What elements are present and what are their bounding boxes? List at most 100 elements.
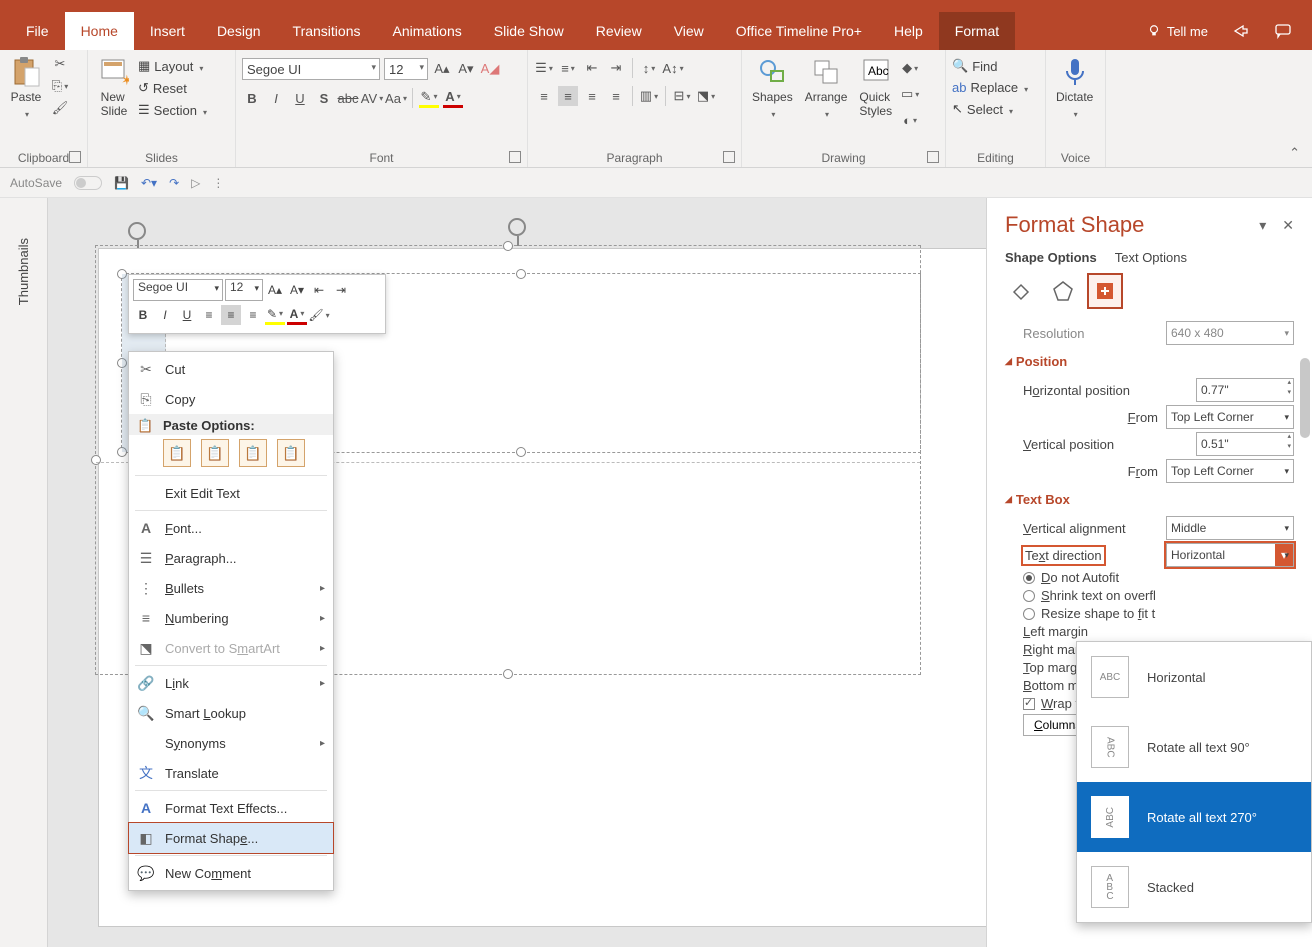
menu-cut[interactable]: ✂Cut [129, 354, 333, 384]
justify-button[interactable]: ≡ [606, 86, 626, 106]
dialog-launcher-icon[interactable] [69, 151, 81, 163]
align-left-button[interactable]: ≡ [199, 305, 219, 325]
tab-format[interactable]: Format [939, 12, 1015, 50]
shrink-text-radio[interactable]: Shrink text on overfl [1023, 588, 1294, 603]
tab-review[interactable]: Review [580, 12, 658, 50]
format-painter-button[interactable]: 🖌 [309, 305, 329, 325]
highlight-button[interactable]: ✎ [265, 305, 285, 325]
select-button[interactable]: ↖Select [952, 101, 1013, 117]
smartart-button[interactable]: ⬔ [696, 86, 716, 106]
copy-button[interactable]: ⎘ [50, 76, 70, 96]
tab-timeline[interactable]: Office Timeline Pro+ [720, 12, 878, 50]
increase-indent-button[interactable]: ⇥ [606, 58, 626, 78]
paste-destination-theme-button[interactable]: 📋 [201, 439, 229, 467]
selection-handle[interactable] [91, 455, 101, 465]
line-spacing-button[interactable]: ↕ [639, 58, 659, 78]
resize-shape-radio[interactable]: Resize shape to fit t [1023, 606, 1294, 621]
highlight-button[interactable]: ✎ [419, 88, 439, 108]
increase-font-button[interactable]: A▴ [265, 280, 285, 300]
arrange-button[interactable]: Arrange [801, 54, 852, 122]
font-color-button[interactable]: A [443, 88, 463, 108]
dialog-launcher-icon[interactable] [509, 151, 521, 163]
selection-handle[interactable] [503, 241, 513, 251]
increase-font-button[interactable]: A▴ [432, 59, 452, 79]
selection-handle[interactable] [516, 269, 526, 279]
paste-button[interactable]: Paste [6, 54, 46, 122]
save-button[interactable]: 💾 [114, 176, 129, 190]
shapes-button[interactable]: Shapes [748, 54, 797, 122]
horizontal-position-input[interactable]: 0.77" [1196, 378, 1294, 402]
menu-paragraph[interactable]: ☰Paragraph... [129, 543, 333, 573]
align-left-button[interactable]: ≡ [534, 86, 554, 106]
text-direction-option-stacked[interactable]: ABC Stacked [1077, 852, 1311, 922]
menu-synonyms[interactable]: Synonyms [129, 728, 333, 758]
bold-button[interactable]: B [242, 88, 262, 108]
tab-insert[interactable]: Insert [134, 12, 201, 50]
format-painter-button[interactable]: 🖌 [50, 98, 70, 118]
text-direction-option-rotate-90[interactable]: ABC Rotate all text 90° [1077, 712, 1311, 782]
decrease-font-button[interactable]: A▾ [287, 280, 307, 300]
share-icon[interactable] [1232, 22, 1250, 40]
vpos-from-selector[interactable]: Top Left Corner [1166, 459, 1294, 483]
menu-smart-lookup[interactable]: 🔍Smart Lookup [129, 698, 333, 728]
columns-button[interactable]: ▥ [639, 86, 659, 106]
mini-font-name[interactable]: Segoe UI [133, 279, 223, 301]
menu-numbering[interactable]: ≡Numbering [129, 603, 333, 633]
align-right-button[interactable]: ≡ [582, 86, 602, 106]
tab-view[interactable]: View [658, 12, 720, 50]
collapse-ribbon-button[interactable]: ⌃ [1289, 145, 1300, 161]
font-size-selector[interactable]: 12 [384, 58, 428, 80]
effects-category[interactable] [1047, 275, 1079, 307]
shape-outline-button[interactable]: ▭ [900, 84, 920, 104]
underline-button[interactable]: U [177, 305, 197, 325]
underline-button[interactable]: U [290, 88, 310, 108]
qat-customize-button[interactable]: ⋮ [212, 176, 224, 190]
increase-indent-button[interactable]: ⇥ [331, 280, 351, 300]
shape-options-tab[interactable]: Shape Options [1005, 250, 1097, 265]
slideshow-start-button[interactable]: ▷ [191, 176, 200, 190]
pane-menu-button[interactable]: ▾ [1259, 217, 1266, 234]
font-name-selector[interactable]: Segoe UI [242, 58, 380, 80]
menu-font[interactable]: AFont... [129, 513, 333, 543]
pane-close-button[interactable]: ✕ [1282, 217, 1294, 234]
redo-button[interactable]: ↷ [169, 176, 179, 190]
decrease-indent-button[interactable]: ⇤ [309, 280, 329, 300]
text-direction-option-horizontal[interactable]: ABC Horizontal [1077, 642, 1311, 712]
menu-bullets[interactable]: ⋮Bullets [129, 573, 333, 603]
align-center-button[interactable]: ≡ [558, 86, 578, 106]
quick-styles-button[interactable]: AbcQuick Styles [855, 54, 896, 120]
numbering-button[interactable]: ≡ [558, 58, 578, 78]
paste-text-only-button[interactable]: 📋 [277, 439, 305, 467]
menu-new-comment[interactable]: 💬New Comment [129, 858, 333, 888]
decrease-font-button[interactable]: A▾ [456, 59, 476, 79]
dialog-launcher-icon[interactable] [723, 151, 735, 163]
align-center-button[interactable]: ≡ [221, 305, 241, 325]
rotate-handle-icon[interactable] [128, 222, 146, 240]
comments-icon[interactable] [1274, 22, 1292, 40]
tell-me[interactable]: Tell me [1147, 24, 1208, 39]
vertical-alignment-selector[interactable]: Middle [1166, 516, 1294, 540]
selection-handle[interactable] [516, 447, 526, 457]
clear-formatting-button[interactable]: A◢ [480, 59, 500, 79]
menu-translate[interactable]: 文Translate [129, 758, 333, 788]
paste-keep-source-button[interactable]: 📋 [163, 439, 191, 467]
find-button[interactable]: 🔍Find [952, 58, 997, 74]
bullets-button[interactable]: ☰ [534, 58, 554, 78]
section-button[interactable]: ☰Section [138, 102, 207, 118]
tab-file[interactable]: File [10, 12, 65, 50]
menu-format-text-effects[interactable]: AFormat Text Effects... [129, 793, 333, 823]
rotate-handle-icon[interactable] [508, 218, 526, 236]
font-color-button[interactable]: A [287, 305, 307, 325]
dialog-launcher-icon[interactable] [927, 151, 939, 163]
cut-button[interactable]: ✂ [50, 54, 70, 74]
replace-button[interactable]: abReplace [952, 80, 1028, 95]
decrease-indent-button[interactable]: ⇤ [582, 58, 602, 78]
shape-effects-button[interactable]: ◐ [900, 110, 920, 130]
align-right-button[interactable]: ≡ [243, 305, 263, 325]
do-not-autofit-radio[interactable]: Do not Autofit [1023, 570, 1294, 585]
menu-link[interactable]: 🔗Link [129, 668, 333, 698]
mini-font-size[interactable]: 12 [225, 279, 263, 301]
thumbnails-panel[interactable]: Thumbnails [0, 198, 48, 947]
tab-design[interactable]: Design [201, 12, 277, 50]
italic-button[interactable]: I [155, 305, 175, 325]
